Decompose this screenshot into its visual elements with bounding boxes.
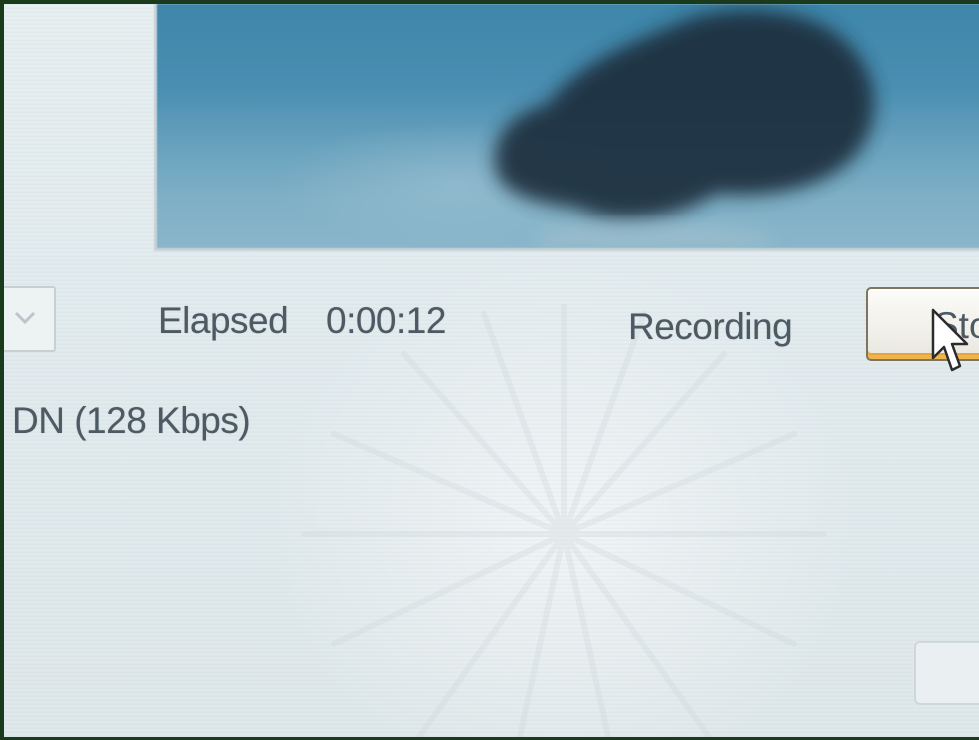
background-burst-decoration: [301, 304, 827, 737]
video-preview: [154, 4, 979, 251]
elapsed-label: Elapsed: [158, 300, 289, 341]
dialog-button[interactable]: [914, 641, 979, 705]
mouse-pointer-icon: [931, 308, 969, 372]
recording-status: Recording: [628, 306, 793, 347]
recorder-window: Elapsed 0:00:12 Recording Sto DN (128 Kb…: [4, 4, 979, 737]
bitrate-setting: DN (128 Kbps): [12, 400, 251, 441]
chevron-down-icon: [14, 311, 36, 325]
elapsed-time: 0:00:12: [326, 300, 446, 341]
format-dropdown[interactable]: [4, 286, 56, 352]
